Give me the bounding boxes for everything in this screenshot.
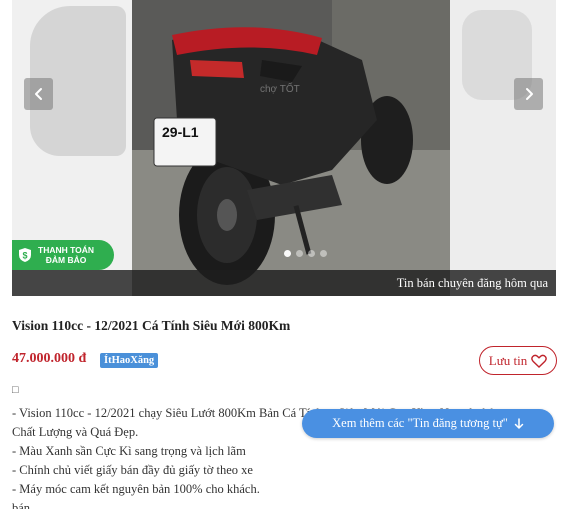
secure-payment-badge: $ THANH TOÁN ĐẢM BẢO [12,240,114,270]
gallery-pagination [284,250,327,257]
gallery-caption: Tin bán chuyên đăng hôm qua [396,276,548,290]
listing-title: Vision 110cc - 12/2021 Cá Tính Siêu Mới … [12,318,291,333]
description-line: - Chính chủ viết giấy bán đầy đủ giấy tờ… [12,463,253,477]
description-line: bán [12,501,31,509]
photo-watermark: chợ TỐT [260,84,300,95]
gallery-caption-bar: Tin bán chuyên đăng hôm qua [12,270,556,296]
missing-glyph: □ [12,384,19,396]
gallery-dot[interactable] [308,250,315,257]
listing-price: 47.000.000 đ [12,351,87,366]
heart-icon [531,354,548,368]
gallery-prev-button[interactable] [24,78,53,110]
listing-tag[interactable]: ÍtHaoXăng [100,353,159,368]
chevron-right-icon [525,88,533,100]
view-similar-listings-button[interactable]: Xem thêm các "Tin đăng tương tự" [302,409,554,438]
shield-dollar-icon: $ [19,248,31,262]
save-listing-button[interactable]: Lưu tin [479,346,557,375]
badge-line-1: THANH TOÁN [38,245,95,255]
description-line: - Máy móc cam kết nguyên bản 100% cho kh… [12,482,260,496]
license-plate-text: 29-L1 [162,124,199,140]
svg-text:$: $ [22,251,27,261]
gallery-dot[interactable] [320,250,327,257]
gallery-side-blur-right [450,0,556,296]
badge-line-2: ĐẢM BẢO [45,255,87,265]
chevron-left-icon [34,88,42,100]
gallery-dot[interactable] [284,250,291,257]
gallery-dot[interactable] [296,250,303,257]
arrow-down-icon [514,417,524,429]
save-listing-label: Lưu tin [488,352,528,368]
view-similar-label: Xem thêm các "Tin đăng tương tự" [332,416,508,430]
description-line: - Màu Xanh sần Cực Kì sang trọng và lịch… [12,444,246,458]
gallery-next-button[interactable] [514,78,543,110]
